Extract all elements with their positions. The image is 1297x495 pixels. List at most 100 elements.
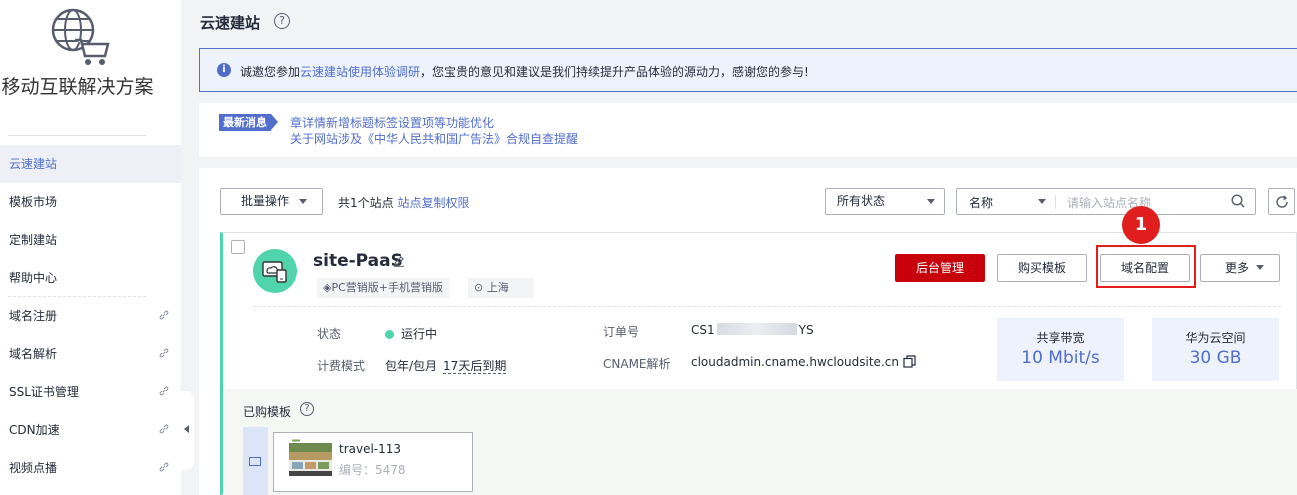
external-link-icon [159, 386, 169, 396]
sidebar-item-label: 模板市场 [9, 195, 58, 209]
edit-icon[interactable] [393, 255, 405, 267]
region-tag-label: 上海 [486, 281, 509, 294]
sidebar-item-custom-building[interactable]: 定制建站 [0, 221, 181, 259]
buy-template-button[interactable]: 购买模板 [997, 254, 1087, 282]
cname-value: cloudadmin.cname.hwcloudsite.cn [691, 355, 916, 369]
batch-operation-dropdown[interactable]: 批量操作 [220, 188, 323, 215]
page-title: 云速建站 [200, 14, 261, 32]
sidebar-item-template-market[interactable]: 模板市场 [0, 183, 181, 221]
monitor-icon [249, 457, 261, 466]
sidebar-item-label: 视频点播 [9, 461, 58, 475]
sidebar-divider [8, 135, 146, 136]
sidebar-item-cdn[interactable]: CDN加速 [0, 411, 181, 449]
copy-icon[interactable] [903, 355, 916, 368]
site-name: site-PaaS [313, 251, 403, 271]
bandwidth-stat: 共享带宽 10 Mbit/s [997, 318, 1124, 381]
status-label: 状态 [317, 327, 342, 341]
chevron-down-icon [1256, 265, 1264, 270]
sidebar-item-label: 定制建站 [9, 233, 58, 247]
site-count-text: 共1个站点 [338, 196, 394, 210]
info-icon: i [217, 63, 231, 77]
edition-tag-label: PC营销版+手机营销版 [331, 281, 443, 294]
storage-stat: 华为云空间 30 GB [1152, 318, 1279, 381]
chevron-down-icon [299, 199, 307, 204]
news-badge: 最新消息 [219, 114, 278, 131]
news-link-2[interactable]: 关于网站涉及《中华人民共和国广告法》合规自查提醒 [290, 130, 578, 147]
more-dropdown[interactable]: 更多 [1200, 254, 1280, 282]
billing-value: 包年/包月 17天后到期 [385, 357, 507, 374]
sidebar-item-label: 域名解析 [9, 347, 58, 361]
bandwidth-label: 共享带宽 [1036, 331, 1085, 345]
help-icon[interactable]: ? [274, 13, 290, 29]
sidebar-item-dns[interactable]: 域名解析 [0, 335, 181, 373]
search-box: 名称 请输入站点名称 [956, 188, 1256, 215]
location-icon: ⊙ [474, 281, 484, 294]
expire-text[interactable]: 17天后到期 [443, 359, 507, 374]
template-thumbnail [289, 438, 332, 476]
site-count: 共1个站点 站点复制权限 [338, 194, 469, 211]
status-value: 运行中 [385, 325, 437, 342]
news-link-1[interactable]: 章详情新增标题标签设置项等功能优化 [290, 114, 494, 131]
globe-cart-logo-icon [51, 8, 110, 65]
sidebar-title: 移动互联解决方案 [1, 76, 154, 98]
sidebar-item-domain-registration[interactable]: 域名注册 [0, 297, 181, 335]
sidebar-item-label: CDN加速 [9, 423, 60, 437]
cname-text: cloudadmin.cname.hwcloudsite.cn [691, 355, 899, 369]
site-avatar [253, 249, 297, 293]
order-prefix: CS1 [691, 323, 715, 337]
admin-button[interactable]: 后台管理 [895, 254, 985, 282]
billing-text: 包年/包月 [385, 359, 438, 373]
sidebar-item-label: 云速建站 [9, 157, 58, 171]
notice-suffix: ，您宝贵的意见和建议是我们持续提升产品体验的源动力，感谢您的参与! [420, 65, 809, 79]
collapse-arrow-icon [184, 425, 189, 433]
site-device-icon [262, 261, 287, 283]
batch-label: 批量操作 [241, 194, 290, 208]
sidebar-item-site-building[interactable]: 云速建站 [0, 145, 181, 183]
external-link-icon [159, 310, 169, 320]
search-separator [1055, 195, 1056, 209]
refresh-icon [1276, 195, 1288, 208]
template-name: travel-113 [339, 442, 402, 456]
search-icon[interactable] [1231, 194, 1245, 208]
more-label: 更多 [1225, 261, 1250, 275]
sidebar-item-vod[interactable]: 视频点播 [0, 449, 181, 487]
sidebar-item-label: SSL证书管理 [9, 385, 79, 399]
survey-link[interactable]: 云速建站使用体验调研 [300, 65, 420, 79]
step-marker: 1 [1122, 206, 1160, 244]
template-number: 编号：5478 [339, 463, 406, 477]
news-panel: 最新消息 章详情新增标题标签设置项等功能优化 关于网站涉及《中华人民共和国广告法… [199, 103, 1297, 157]
site-card: site-PaaS ◈PC营销版+手机营销版 ⊙ 上海 后台管理 购买模板 域名… [220, 206, 1297, 495]
purchased-templates: 已购模板 ? travel-113 编号：5478 [223, 389, 1297, 495]
survey-notice: i 诚邀您参加云速建站使用体验调研，您宝贵的意见和建议是我们持续提升产品体验的源… [199, 48, 1297, 92]
status-filter-select[interactable]: 所有状态 [825, 188, 945, 215]
device-tab[interactable] [243, 427, 268, 495]
card-divider [253, 306, 1281, 307]
chevron-down-icon [1038, 199, 1046, 204]
templates-title: 已购模板 [243, 405, 292, 419]
storage-value: 30 GB [1189, 348, 1242, 368]
sidebar-collapse-button[interactable] [181, 391, 194, 470]
chevron-down-icon [927, 199, 935, 204]
help-icon[interactable]: ? [300, 402, 314, 416]
order-suffix: YS [798, 323, 814, 337]
template-card[interactable]: travel-113 编号：5478 [273, 432, 473, 492]
status-dot [385, 330, 394, 339]
highlight-box [1096, 245, 1196, 288]
storage-label: 华为云空间 [1185, 331, 1246, 345]
cname-label: CNAME解析 [603, 357, 671, 371]
refresh-button[interactable] [1268, 188, 1295, 215]
status-text: 运行中 [401, 327, 438, 341]
redacted-block [716, 323, 797, 335]
site-copy-permission-link[interactable]: 站点复制权限 [397, 196, 469, 210]
sidebar: 移动互联解决方案 云速建站 模板市场 定制建站 帮助中心 域名注册 域名解析 S… [0, 0, 181, 495]
notice-text: 诚邀您参加云速建站使用体验调研，您宝贵的意见和建议是我们持续提升产品体验的源动力… [240, 63, 809, 80]
region-tag: ⊙ 上海 [468, 278, 534, 298]
sidebar-item-ssl[interactable]: SSL证书管理 [0, 373, 181, 411]
search-field-select[interactable]: 名称 [969, 194, 993, 211]
site-checkbox[interactable] [231, 240, 245, 254]
sidebar-item-label: 域名注册 [9, 309, 58, 323]
bandwidth-value: 10 Mbit/s [1021, 348, 1100, 368]
sidebar-item-help-center[interactable]: 帮助中心 [0, 259, 181, 297]
order-label: 订单号 [603, 325, 640, 339]
order-value: CS1 YS [691, 323, 814, 337]
